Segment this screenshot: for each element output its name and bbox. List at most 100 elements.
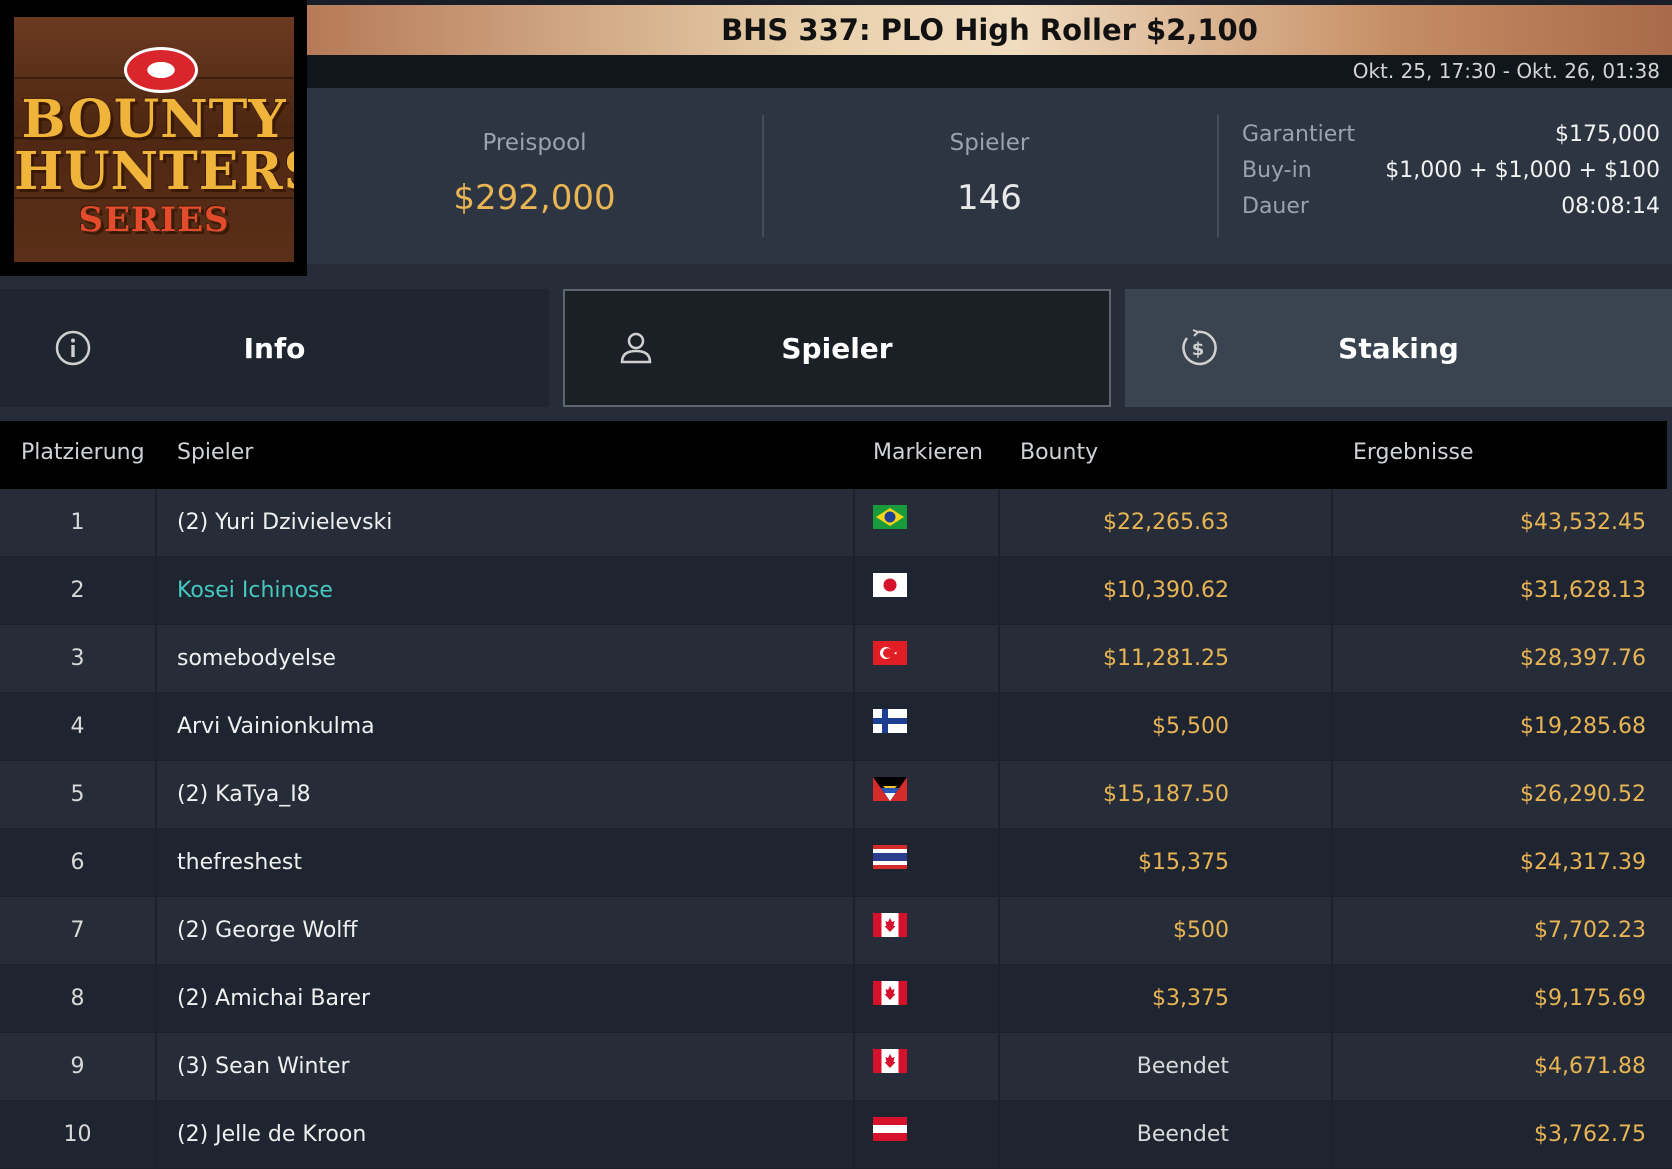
row-rank: 9: [70, 1054, 85, 1079]
stats-panel: Preispool $292,000 Spieler 146 Garantier…: [307, 88, 1672, 264]
tournament-title-bar: BHS 337: PLO High Roller $2,100: [307, 5, 1672, 55]
column-divider: [853, 761, 855, 828]
row-result: $19,285.68: [1520, 714, 1646, 739]
column-divider: [998, 1101, 1000, 1168]
canada-flag-icon: [873, 913, 907, 940]
table-row[interactable]: 2 Kosei Ichinose $10,390.62 $31,628.13: [0, 557, 1672, 625]
column-divider: [998, 761, 1000, 828]
column-divider: [155, 1101, 157, 1168]
column-divider: [1331, 1033, 1333, 1100]
row-player-name[interactable]: Kosei Ichinose: [177, 557, 333, 624]
column-divider: [155, 761, 157, 828]
poker-chip-icon: [124, 47, 198, 93]
prize-pool-label: Preispool: [482, 130, 587, 156]
players-stat: Spieler 146: [762, 88, 1217, 264]
header-bounty[interactable]: Bounty: [1020, 440, 1098, 465]
finland-flag-icon: [873, 709, 907, 736]
row-rank: 3: [70, 646, 85, 671]
row-player-name[interactable]: (2) KaTya_I8: [177, 761, 311, 828]
tab-staking-label: Staking: [1338, 331, 1459, 365]
row-result: $28,397.76: [1520, 646, 1646, 671]
logo-word-series: SERIES: [78, 200, 230, 240]
column-divider: [1331, 693, 1333, 760]
column-divider: [853, 489, 855, 556]
header-rank[interactable]: Platzierung: [21, 440, 145, 465]
thailand-flag-icon: [873, 845, 907, 872]
column-divider: [1331, 829, 1333, 896]
column-divider: [155, 1033, 157, 1100]
tournament-details: Garantiert $175,000 Buy-in $1,000 + $1,0…: [1242, 122, 1660, 230]
row-bounty: $500: [1173, 918, 1229, 943]
table-row[interactable]: 4 Arvi Vainionkulma $5,500 $19,285.68: [0, 693, 1672, 761]
row-player-name[interactable]: (2) Amichai Barer: [177, 965, 370, 1032]
players-label: Spieler: [949, 130, 1030, 156]
date-bar: Okt. 25, 17:30 - Okt. 26, 01:38: [307, 55, 1672, 88]
row-rank: 8: [70, 986, 85, 1011]
column-divider: [155, 965, 157, 1032]
column-divider: [998, 693, 1000, 760]
detail-key: Dauer: [1242, 194, 1309, 219]
prize-pool-stat: Preispool $292,000: [307, 88, 762, 264]
table-row[interactable]: 10 (2) Jelle de Kroon Beendet $3,762.75: [0, 1101, 1672, 1169]
japan-flag-icon: [873, 573, 907, 600]
row-rank: 7: [70, 918, 85, 943]
row-player-name[interactable]: thefreshest: [177, 829, 302, 896]
header-results[interactable]: Ergebnisse: [1353, 440, 1474, 465]
row-player-name[interactable]: (2) Jelle de Kroon: [177, 1101, 366, 1168]
table-row[interactable]: 7 (2) George Wolff $500 $7,702.23: [0, 897, 1672, 965]
column-divider: [1331, 1101, 1333, 1168]
detail-duration: Dauer 08:08:14: [1242, 194, 1660, 230]
detail-value: $175,000: [1555, 122, 1660, 147]
row-rank: 10: [63, 1122, 92, 1147]
column-divider: [998, 1033, 1000, 1100]
turkey-flag-icon: [873, 641, 907, 668]
row-player-name[interactable]: (2) George Wolff: [177, 897, 358, 964]
column-divider: [998, 897, 1000, 964]
row-result: $24,317.39: [1520, 850, 1646, 875]
results-table-header: Platzierung Spieler Markieren Bounty Erg…: [0, 421, 1667, 489]
stat-divider: [1217, 115, 1219, 237]
column-divider: [853, 897, 855, 964]
row-player-name[interactable]: somebodyelse: [177, 625, 336, 692]
row-rank: 1: [70, 510, 85, 535]
table-row[interactable]: 3 somebodyelse $11,281.25 $28,397.76: [0, 625, 1672, 693]
column-divider: [155, 897, 157, 964]
row-result: $43,532.45: [1520, 510, 1646, 535]
column-divider: [998, 489, 1000, 556]
antigua-flag-icon: [873, 777, 907, 804]
column-divider: [1331, 761, 1333, 828]
column-divider: [853, 625, 855, 692]
table-row[interactable]: 5 (2) KaTya_I8 $15,187.50 $26,290.52: [0, 761, 1672, 829]
table-row[interactable]: 1 (2) Yuri Dzivielevski $22,265.63 $43,532.…: [0, 489, 1672, 557]
column-divider: [998, 625, 1000, 692]
header-player[interactable]: Spieler: [177, 440, 253, 465]
players-value: 146: [957, 178, 1022, 218]
row-player-name[interactable]: (2) Yuri Dzivielevski: [177, 489, 392, 556]
row-player-name[interactable]: (3) Sean Winter: [177, 1033, 350, 1100]
header-flag[interactable]: Markieren: [873, 440, 983, 465]
row-bounty: $10,390.62: [1103, 578, 1229, 603]
column-divider: [853, 557, 855, 624]
column-divider: [155, 489, 157, 556]
tab-players[interactable]: Spieler: [563, 289, 1111, 407]
table-row[interactable]: 8 (2) Amichai Barer $3,375 $9,175.69: [0, 965, 1672, 1033]
results-table-body: 1 (2) Yuri Dzivielevski $22,265.63 $43,532.…: [0, 489, 1672, 1169]
row-result: $9,175.69: [1534, 986, 1646, 1011]
table-row[interactable]: 9 (3) Sean Winter Beendet $4,671.88: [0, 1033, 1672, 1101]
tab-info[interactable]: Info: [0, 289, 549, 407]
detail-key: Garantiert: [1242, 122, 1355, 147]
tab-staking[interactable]: $ Staking: [1125, 289, 1672, 407]
table-row[interactable]: 6 thefreshest $15,375 $24,317.39: [0, 829, 1672, 897]
column-divider: [1331, 489, 1333, 556]
column-divider: [1331, 965, 1333, 1032]
row-player-name[interactable]: Arvi Vainionkulma: [177, 693, 375, 760]
column-divider: [998, 557, 1000, 624]
column-divider: [155, 625, 157, 692]
info-icon: [55, 330, 91, 366]
row-bounty: $22,265.63: [1103, 510, 1229, 535]
row-bounty: $11,281.25: [1103, 646, 1229, 671]
row-result: $4,671.88: [1534, 1054, 1646, 1079]
row-bounty: $15,375: [1138, 850, 1229, 875]
logo-word-hunters: HUNTERS: [14, 141, 294, 202]
row-result: $3,762.75: [1534, 1122, 1646, 1147]
